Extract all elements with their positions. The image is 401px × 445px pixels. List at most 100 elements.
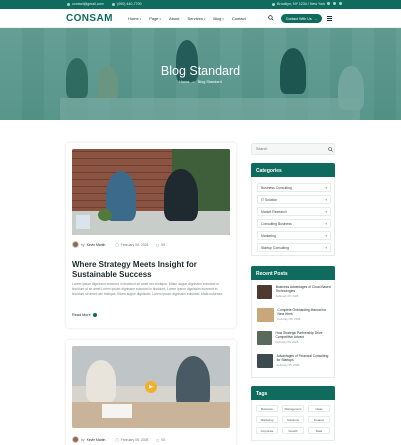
post-thumbnail [257,308,274,322]
contact-cta-button[interactable]: Contact With Us → [281,14,322,23]
comment-count: 05 [161,437,165,442]
arrow-circle-icon [92,313,97,317]
recent-post-item[interactable]: Business Advantages of Cloud Based Techn… [257,285,331,303]
social-links [327,2,342,5]
page-title: Blog Standard [160,64,241,78]
post-thumbnail [257,354,273,368]
logo[interactable]: CONSAM [66,13,113,24]
post-title[interactable]: Where Strategy Meets Insight for Sustain… [72,260,230,280]
search-icon[interactable] [328,147,333,152]
arrow-right-icon: ⇢ [324,197,327,202]
tag-item[interactable]: Corporate [256,427,278,434]
tag-item[interactable]: Business [256,405,278,412]
tag-item[interactable]: Finance [308,416,330,423]
person-man [164,169,198,221]
facebook-icon[interactable] [327,2,330,5]
site-header: CONSAM Home▾ Page▾ About Services▾ Blog▾… [0,9,401,28]
comment-icon: ◻ [156,242,160,247]
phone-icon [112,2,115,6]
nav-item-contact[interactable]: Contact [232,16,246,21]
nav-item-services[interactable]: Services▾ [188,16,206,21]
arrow-right-icon: ⇢ [324,233,327,238]
post-meta: by Kevin Martin ▢ February 05, 2025 ◻ 05 [72,436,165,443]
chevron-down-icon: ▾ [139,17,142,21]
breadcrumb: Home > Blog Standard [0,80,401,84]
person-woman [86,360,116,402]
play-icon[interactable]: ▶ [145,381,157,393]
nav-item-page[interactable]: Page▾ [149,16,161,21]
desk [72,402,230,428]
breadcrumb-current: Blog Standard [197,80,222,84]
comment-icon: ◻ [156,437,160,442]
calendar-icon: ▢ [115,437,119,442]
tag-item[interactable]: Growth [282,427,304,434]
tags-list: Business Management Ideas Marketing Solu… [251,400,335,441]
topbar-email[interactable]: contact@gmail.com [67,2,104,6]
category-item[interactable]: Market Research ⇢ [257,207,331,216]
page-hero: Blog Standard Home > Blog Standard [0,28,401,120]
chevron-down-icon: ▾ [159,17,162,21]
chevron-down-icon: ▾ [222,17,224,21]
post-thumbnail [257,285,272,299]
paper [102,404,132,418]
widget-title: Categories [251,163,335,177]
post-image[interactable] [72,149,230,235]
recent-posts-widget: Recent Posts Business Advantages of Clou… [251,266,335,378]
author-name[interactable]: Kevin Martin [87,438,106,442]
category-item[interactable]: Startup Consulting ⇢ [257,243,331,252]
recent-post-item[interactable]: Advantages of Financial Consulting for S… [257,354,331,372]
categories-widget: Categories Business Consulting ⇢ IT Solut… [251,163,335,256]
recent-post-item[interactable]: How Strategic Partnership Drive Competit… [257,331,331,349]
plant [98,209,112,221]
menu-icon[interactable] [327,16,332,21]
recent-posts-list: Business Advantages of Cloud Based Techn… [251,280,335,378]
post-image[interactable]: ▶ [72,346,230,428]
nav-item-about[interactable]: About [169,16,179,21]
category-item[interactable]: IT Solution ⇢ [257,195,331,204]
arrow-right-icon: ⇢ [324,245,327,250]
tag-item[interactable]: Management [282,405,304,412]
recent-post-item[interactable]: Complete Onboarding Manual for New Hires… [257,308,331,326]
tag-item[interactable]: Ideas [308,405,330,412]
calendar-icon: ▢ [115,242,119,247]
search-input[interactable] [252,144,322,154]
author-name[interactable]: Kevin Martin [87,243,106,247]
categories-list: Business Consulting ⇢ IT Solution ⇢ Market… [251,177,335,256]
arrow-right-icon: ⇢ [324,209,327,214]
mail-icon [67,2,70,6]
top-bar: contact@gmail.com (000) 440-7700 Brookly… [0,0,401,9]
post-meta: by Kevin Martin ▢ February 05, 2025 ◻ 05 [72,241,165,248]
laptop [76,215,90,229]
avatar [72,241,79,248]
blog-post-card: ▶ by Kevin Martin ▢ February 05, 2025 ◻ … [66,340,236,445]
tag-item[interactable]: Data [308,427,330,434]
arrow-right-icon: ⇢ [324,185,327,190]
twitter-icon[interactable] [333,2,336,5]
linkedin-icon[interactable] [339,2,342,5]
read-more-link[interactable]: Read More [72,313,97,317]
arrow-right-icon: ⇢ [324,221,327,226]
breadcrumb-separator: > [192,80,195,84]
desk [72,211,230,235]
post-date: February 05, 2025 [120,242,149,247]
arrow-right-icon: → [313,16,318,21]
blog-post-card: by Kevin Martin ▢ February 05, 2025 ◻ 05… [66,143,236,328]
topbar-phone[interactable]: (000) 440-7700 [112,2,142,6]
tag-item[interactable]: Marketing [256,416,278,423]
main-nav: Home▾ Page▾ About Services▾ Blog▾ Contac… [128,16,246,21]
nav-item-blog[interactable]: Blog▾ [213,16,224,21]
tag-item[interactable]: Solutions [282,416,304,423]
category-item[interactable]: Consulting Business ⇢ [257,219,331,228]
category-item[interactable]: Marketing ⇢ [257,231,331,240]
search-icon[interactable] [268,15,274,21]
widget-title: Recent Posts [251,266,335,280]
nav-item-home[interactable]: Home▾ [128,16,141,21]
person-man [176,356,210,408]
topbar-address: Brooklyn, NY 1234 / New York [272,2,325,6]
category-item[interactable]: Business Consulting ⇢ [257,183,331,192]
comment-count: 05 [161,242,165,247]
avatar [72,436,79,443]
breadcrumb-home[interactable]: Home [179,80,189,84]
post-thumbnail [257,331,272,345]
sidebar-search [251,143,335,155]
